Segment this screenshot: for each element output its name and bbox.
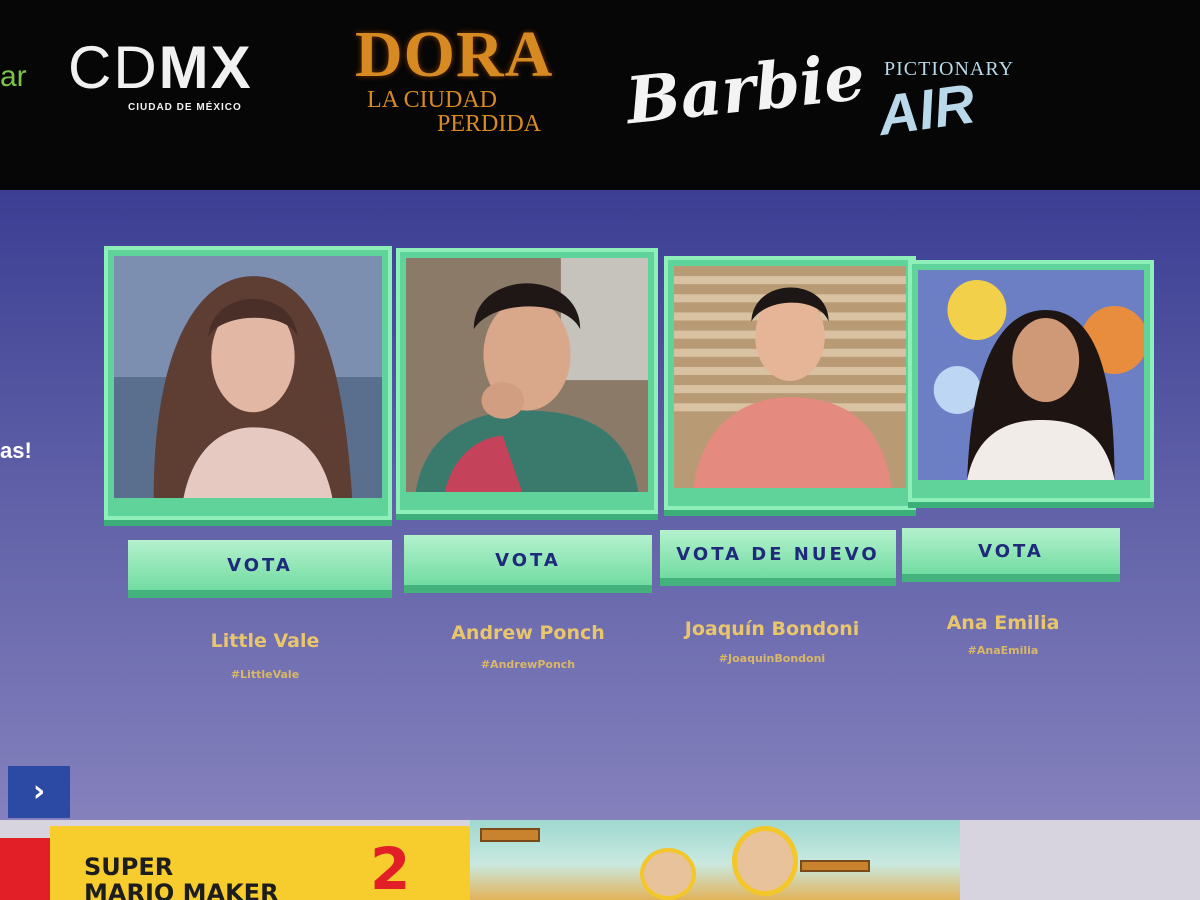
dora-logo-sub2: PERDIDA <box>437 111 542 137</box>
voting-section: as! VOTA Little Vale #LittleVale VOTA An… <box>0 190 1200 820</box>
candidate-name: Joaquín Bondoni <box>684 618 860 640</box>
chevron-right-icon: › <box>32 774 46 809</box>
banner-red-strip <box>0 838 50 900</box>
sponsor-partial-logo: ar <box>0 60 27 93</box>
barbie-logo[interactable]: Barbie <box>623 40 869 140</box>
candidate-photo <box>114 256 382 498</box>
brick-block <box>800 860 870 872</box>
dora-logo-sub1: LA CIUDAD <box>367 87 497 113</box>
pictionary-logo-bottom: AIR <box>874 71 979 148</box>
candidate-photo-frame[interactable] <box>664 256 916 510</box>
candidate-name: Ana Emilia <box>946 612 1060 634</box>
dora-logo[interactable]: DORA LA CIUDAD PERDIDA <box>355 18 554 137</box>
candidate-photo-frame[interactable] <box>908 260 1154 502</box>
mario-character <box>640 848 696 900</box>
dora-logo-title: DORA <box>355 18 554 91</box>
candidate-photo-frame[interactable] <box>396 248 658 514</box>
candidate-photo <box>674 266 906 488</box>
vote-again-button[interactable]: VOTA DE NUEVO <box>660 530 896 578</box>
brick-block <box>480 828 540 842</box>
banner-title: SUPER MARIO MAKER <box>84 853 279 900</box>
candidate-hashtag: #LittleVale <box>230 668 300 681</box>
pictionary-air-logo[interactable]: PICTIONARY AIR <box>874 58 1014 147</box>
vote-button[interactable]: VOTA <box>902 528 1120 574</box>
cdmx-logo[interactable]: CDMX CIUDAD DE MÉXICO <box>68 38 253 114</box>
luigi-character <box>732 826 798 896</box>
candidate-hashtag: #JoaquinBondoni <box>718 652 826 665</box>
candidate-photo <box>918 270 1144 480</box>
cdmx-logo-subtitle: CIUDAD DE MÉXICO <box>128 102 242 113</box>
candidate-name: Andrew Ponch <box>451 622 605 644</box>
cdmx-logo-bold: MX <box>158 34 253 101</box>
sponsor-bar: ar CDMX CIUDAD DE MÉXICO DORA LA CIUDAD … <box>0 0 1200 190</box>
candidate-photo-frame[interactable] <box>104 246 392 520</box>
candidate-hashtag: #AndrewPonch <box>480 658 576 671</box>
banner-title-line2: MARIO MAKER <box>84 879 279 900</box>
banner-artwork <box>470 820 960 900</box>
vote-button[interactable]: VOTA <box>404 535 652 585</box>
vote-button[interactable]: VOTA <box>128 540 392 590</box>
banner-number: 2 <box>370 835 411 900</box>
section-heading-partial: as! <box>0 438 32 463</box>
candidate-photo <box>406 258 648 492</box>
carousel-next-button[interactable]: › <box>8 766 70 818</box>
promo-banner[interactable]: SUPER MARIO MAKER 2 <box>0 820 1200 900</box>
banner-title-line1: SUPER <box>84 853 174 881</box>
candidate-name: Little Vale <box>210 630 320 652</box>
candidate-hashtag: #AnaEmilia <box>967 644 1039 657</box>
cdmx-logo-light: CD <box>68 34 159 101</box>
